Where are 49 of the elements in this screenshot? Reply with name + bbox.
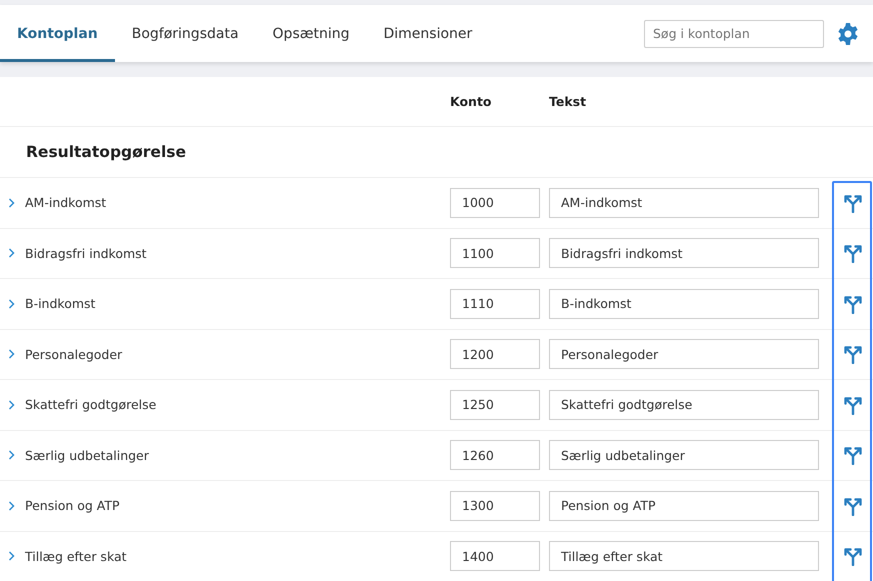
split-arrow-icon[interactable]	[843, 243, 863, 264]
chevron-icon[interactable]	[8, 400, 15, 410]
account-name: Bidragsfri indkomst	[25, 246, 148, 261]
account-name: AM-indkomst	[25, 195, 108, 210]
chevron-icon[interactable]	[8, 198, 15, 208]
account-number-field[interactable]: 1100	[450, 238, 540, 268]
account-text-field[interactable]: Bidragsfri indkomst	[549, 238, 819, 268]
account-name: Pension og ATP	[25, 498, 121, 514]
chevron-icon[interactable]	[8, 450, 15, 460]
tab[interactable]: Kontoplan	[0, 5, 115, 62]
split-arrow-icon[interactable]	[843, 344, 863, 364]
account-name: B-indkomst	[25, 296, 96, 312]
search-field[interactable]: Søg i kontoplan	[644, 20, 824, 48]
split-arrow-icon[interactable]	[843, 294, 863, 314]
account-number-field[interactable]: 1260	[450, 440, 540, 470]
account-text-field[interactable]: AM-indkomst	[549, 188, 819, 218]
account-number-field[interactable]: 1400	[450, 541, 540, 572]
chevron-icon[interactable]	[8, 500, 15, 511]
tab[interactable]: Opsætning	[256, 5, 366, 62]
account-name: Tillæg efter skat	[25, 548, 128, 564]
chevron-icon[interactable]	[8, 298, 15, 309]
chevron-icon[interactable]	[8, 551, 15, 562]
split-arrow-icon[interactable]	[843, 546, 863, 566]
account-name: Skattefri godtgørelse	[25, 397, 158, 412]
account-name: Personalegoder	[25, 346, 124, 362]
account-text-field[interactable]: Særlig udbetalinger	[549, 440, 819, 470]
split-arrow-icon[interactable]	[843, 445, 863, 466]
split-arrow-icon[interactable]	[843, 394, 863, 415]
chevron-icon[interactable]	[8, 349, 15, 360]
account-number-field[interactable]: 1250	[450, 390, 540, 420]
account-name: Særlig udbetalinger	[25, 448, 150, 463]
section-title: Resultatopgørelse	[26, 143, 186, 161]
split-arrow-icon[interactable]	[843, 496, 863, 516]
account-number-field[interactable]: 1110	[450, 288, 540, 319]
account-text-field[interactable]: Personalegoder	[549, 339, 819, 370]
account-text-field[interactable]: Pension og ATP	[549, 490, 819, 521]
account-text-field[interactable]: Skattefri godtgørelse	[549, 390, 819, 420]
tab[interactable]: Dimensioner	[366, 5, 490, 62]
account-number-field[interactable]: 1000	[450, 188, 540, 218]
chevron-icon[interactable]	[8, 248, 15, 258]
account-text-field[interactable]: B-indkomst	[549, 288, 819, 319]
account-number-field[interactable]: 1300	[450, 490, 540, 521]
column-header: Konto	[450, 94, 493, 109]
account-text-field[interactable]: Tillæg efter skat	[549, 541, 819, 572]
column-header: Tekst	[549, 94, 588, 109]
tab[interactable]: Bogføringsdata	[114, 5, 256, 62]
settings-icon[interactable]	[836, 22, 860, 46]
account-number-field[interactable]: 1200	[450, 339, 540, 370]
split-arrow-icon[interactable]	[843, 192, 863, 213]
